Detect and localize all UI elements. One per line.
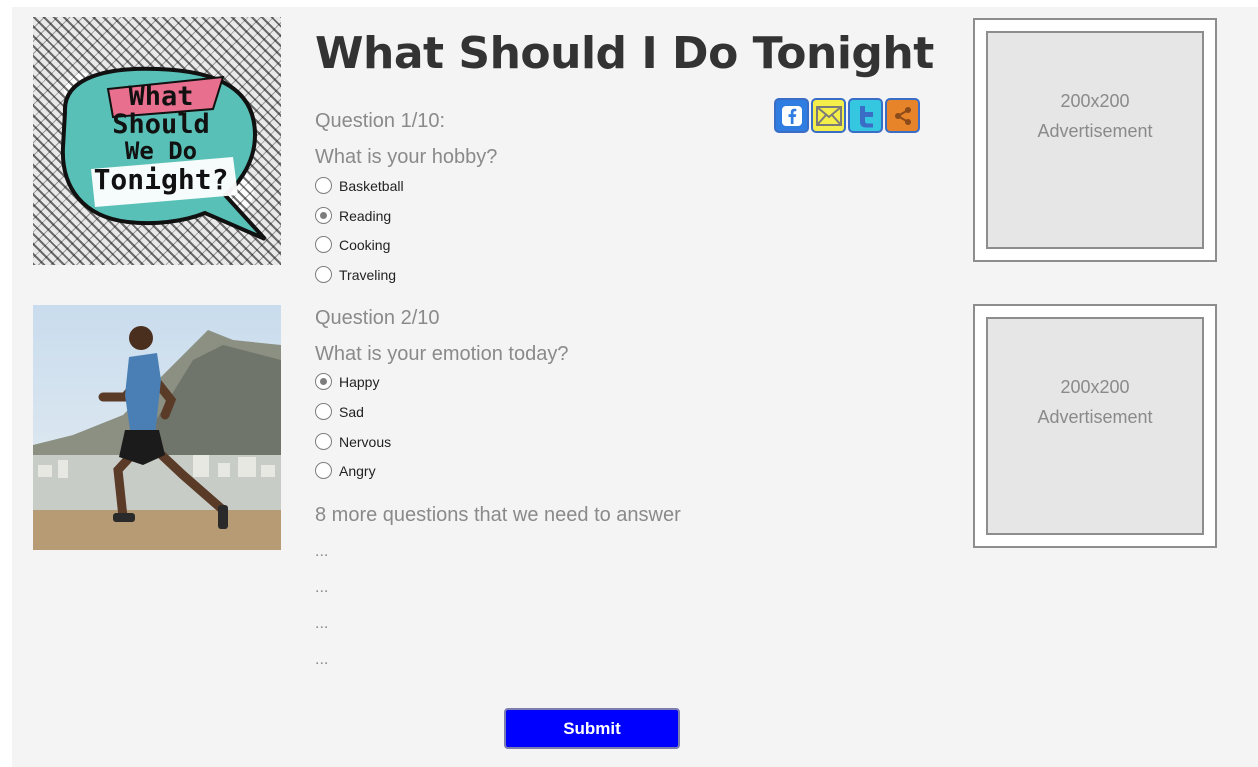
q2-option-happy[interactable]: Happy bbox=[315, 373, 379, 390]
runner-photo bbox=[33, 305, 281, 550]
ellipsis-2: ... bbox=[315, 579, 329, 596]
radio-button[interactable] bbox=[315, 266, 332, 283]
share-bar bbox=[774, 98, 920, 133]
logo-line-3: We Do bbox=[125, 137, 197, 165]
quiz-logo-image: What Should We Do Tonight? bbox=[33, 17, 281, 265]
advertisement-1[interactable]: 200x200 Advertisement bbox=[973, 18, 1217, 262]
twitter-icon[interactable] bbox=[848, 98, 883, 133]
option-label: Nervous bbox=[339, 433, 392, 450]
radio-button-checked[interactable] bbox=[315, 373, 332, 390]
q2-option-nervous[interactable]: Nervous bbox=[315, 433, 391, 450]
q1-option-reading[interactable]: Reading bbox=[315, 207, 391, 224]
ad-label: Advertisement bbox=[1037, 407, 1153, 427]
radio-button[interactable] bbox=[315, 462, 332, 479]
ellipsis-1: ... bbox=[315, 543, 329, 560]
page-title: What Should I Do Tonight bbox=[315, 28, 934, 79]
share-icon[interactable] bbox=[885, 98, 920, 133]
question-1-text: What is your hobby? bbox=[315, 146, 498, 168]
q1-option-basketball[interactable]: Basketball bbox=[315, 177, 404, 194]
submit-button[interactable]: Submit bbox=[504, 708, 680, 749]
radio-button[interactable] bbox=[315, 236, 332, 253]
logo-line-2: Should bbox=[112, 109, 210, 140]
radio-button-checked[interactable] bbox=[315, 207, 332, 224]
more-questions-text: 8 more questions that we need to answer bbox=[315, 504, 681, 526]
ad-label: Advertisement bbox=[1037, 121, 1153, 141]
ellipsis-3: ... bbox=[315, 615, 329, 632]
q2-option-angry[interactable]: Angry bbox=[315, 462, 376, 479]
question-2-text: What is your emotion today? bbox=[315, 343, 569, 365]
ad-size-label: 200x200 bbox=[1060, 91, 1130, 111]
ellipsis-4: ... bbox=[315, 651, 329, 668]
q1-option-cooking[interactable]: Cooking bbox=[315, 236, 390, 253]
advertisement-placeholder: 200x200 Advertisement bbox=[986, 31, 1204, 249]
radio-button[interactable] bbox=[315, 177, 332, 194]
option-label: Angry bbox=[339, 462, 376, 479]
option-label: Basketball bbox=[339, 177, 404, 194]
question-2-number: Question 2/10 bbox=[315, 307, 440, 329]
option-label: Reading bbox=[339, 207, 392, 224]
ad-size-label: 200x200 bbox=[1060, 377, 1130, 397]
option-label: Traveling bbox=[339, 266, 397, 283]
advertisement-2[interactable]: 200x200 Advertisement bbox=[973, 304, 1217, 548]
question-1-number: Question 1/10: bbox=[315, 110, 446, 132]
advertisement-placeholder: 200x200 Advertisement bbox=[986, 317, 1204, 535]
option-label: Cooking bbox=[339, 236, 391, 253]
logo-line-1: What bbox=[128, 81, 193, 112]
facebook-icon[interactable] bbox=[774, 98, 809, 133]
option-label: Happy bbox=[339, 373, 380, 390]
logo-line-4: Tonight? bbox=[94, 163, 229, 196]
radio-button[interactable] bbox=[315, 403, 332, 420]
radio-button[interactable] bbox=[315, 433, 332, 450]
option-label: Sad bbox=[339, 403, 364, 420]
q2-option-sad[interactable]: Sad bbox=[315, 403, 364, 420]
speech-bubble-logo: What Should We Do Tonight? bbox=[60, 66, 267, 241]
q1-option-traveling[interactable]: Traveling bbox=[315, 266, 396, 283]
email-icon[interactable] bbox=[811, 98, 846, 133]
